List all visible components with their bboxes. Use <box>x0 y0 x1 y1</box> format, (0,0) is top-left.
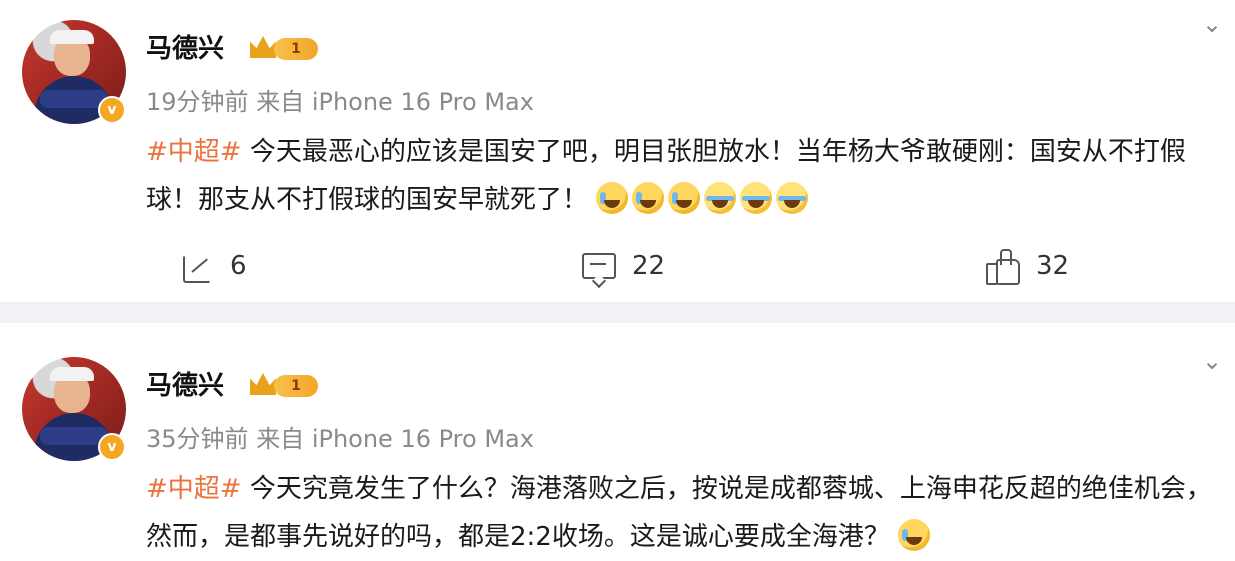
post-text: 今天最恶心的应该是国安了吧，明目张胆放水！当年杨大爷敢硬刚：国安从不打假球！那支… <box>146 137 1186 215</box>
crown-icon <box>250 36 276 58</box>
cry-laugh-icon <box>632 182 665 214</box>
share-button[interactable]: 6 <box>180 246 247 286</box>
chevron-down-icon[interactable]: ⌄ <box>1202 349 1222 373</box>
post-source: 来自 iPhone 16 Pro Max <box>256 88 534 116</box>
cry-laugh-icon <box>596 182 629 214</box>
like-count: 32 <box>1036 251 1070 281</box>
laugh-tears-icon <box>776 182 809 214</box>
weibo-post-2: v 马德兴 1 ⌄ 35分钟前 来自 iPhone 16 Pro Max #中超… <box>0 323 1235 558</box>
vip-badge[interactable]: 1 <box>250 371 320 399</box>
weibo-post-1: v 马德兴 1 ⌄ 19分钟前 来自 iPhone 16 Pro Max #中超… <box>0 0 1235 302</box>
cry-laugh-icon <box>898 519 931 551</box>
post-text: 今天究竟发生了什么？海港落败之后，按说是成都蓉城、上海申花反超的绝佳机会，然而，… <box>146 474 1212 552</box>
post-source: 来自 iPhone 16 Pro Max <box>256 425 534 453</box>
avatar-cap <box>50 30 94 44</box>
topic-link[interactable]: #中超# <box>146 474 242 504</box>
vip-badge[interactable]: 1 <box>250 34 320 62</box>
post-content: #中超# 今天最恶心的应该是国安了吧，明目张胆放水！当年杨大爷敢硬刚：国安从不打… <box>146 128 1226 224</box>
laugh-tears-icon <box>740 182 773 214</box>
topic-link[interactable]: #中超# <box>146 137 242 167</box>
vip-level: 1 <box>274 38 318 60</box>
action-bar: 6 22 32 <box>0 246 1235 289</box>
comment-count: 22 <box>632 251 666 281</box>
verified-badge-icon: v <box>98 96 126 124</box>
thumbs-up-icon <box>986 249 1020 285</box>
share-icon <box>180 249 214 283</box>
verified-badge-icon: v <box>98 433 126 461</box>
comment-icon <box>582 249 616 289</box>
avatar-cap <box>50 367 94 381</box>
post-time[interactable]: 19分钟前 <box>146 88 249 116</box>
post-divider <box>0 302 1235 323</box>
username[interactable]: 马德兴 <box>146 28 224 65</box>
comment-button[interactable]: 22 <box>582 246 666 289</box>
crown-icon <box>250 373 276 395</box>
post-time[interactable]: 35分钟前 <box>146 425 249 453</box>
laugh-tears-icon <box>704 182 737 214</box>
cry-laugh-icon <box>668 182 701 214</box>
chevron-down-icon[interactable]: ⌄ <box>1202 12 1222 36</box>
vip-level: 1 <box>274 375 318 397</box>
username[interactable]: 马德兴 <box>146 365 224 402</box>
post-meta: 35分钟前 来自 iPhone 16 Pro Max <box>146 419 534 454</box>
post-meta: 19分钟前 来自 iPhone 16 Pro Max <box>146 82 534 117</box>
post-content: #中超# 今天究竟发生了什么？海港落败之后，按说是成都蓉城、上海申花反超的绝佳机… <box>146 465 1226 561</box>
like-button[interactable]: 32 <box>986 246 1069 286</box>
share-count: 6 <box>230 251 247 281</box>
